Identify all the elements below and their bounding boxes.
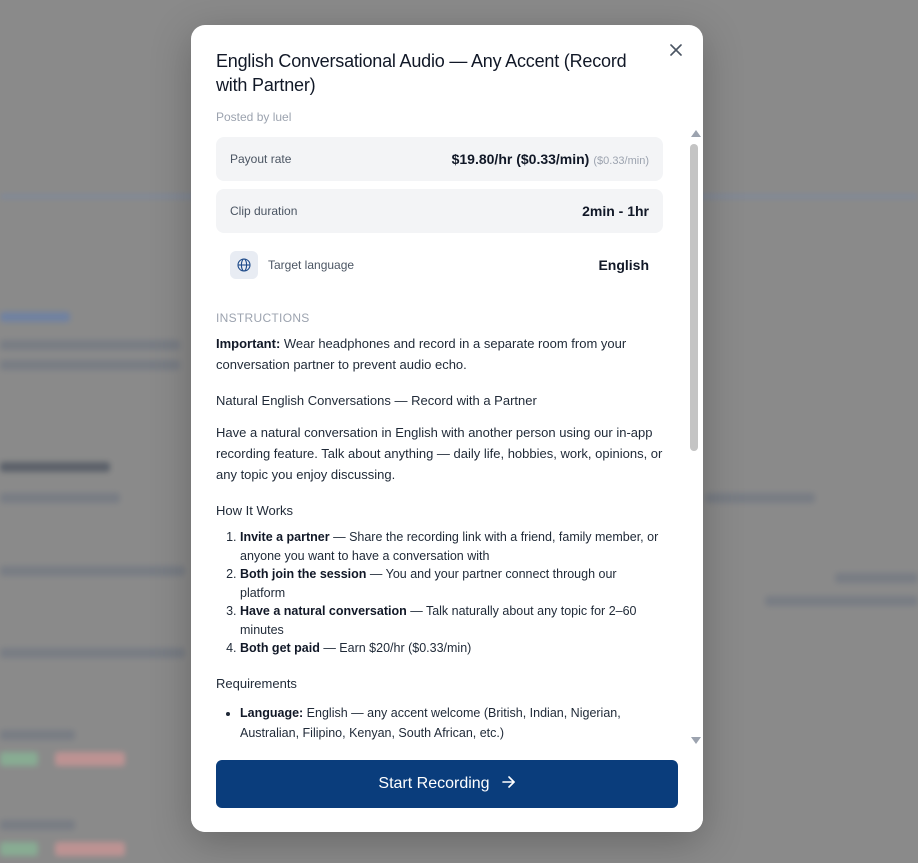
list-item: Have a natural conversation — Talk natur… [240,602,663,639]
how-it-works-heading: How It Works [216,503,294,518]
job-details-modal: English Conversational Audio — Any Accen… [191,25,703,832]
scroll-down-icon[interactable] [691,737,701,744]
clip-duration-row: Clip duration 2min - 1hr [216,189,663,233]
section-heading: Natural English Conversations — Record w… [216,393,537,408]
posted-by: Posted by luel [216,110,292,124]
instructions-heading: INSTRUCTIONS [216,311,310,325]
requirements-heading: Requirements [216,675,297,691]
language-label: Target language [268,258,355,272]
section-description: Have a natural conversation in English w… [216,425,663,482]
payout-sub: ($0.33/min) [593,155,649,167]
modal-scroll-area[interactable]: Payout rate $19.80/hr ($0.33/min) ($0.33/… [191,130,687,747]
language-value: English [598,257,649,273]
arrow-right-icon [501,775,516,793]
start-recording-label: Start Recording [378,775,490,792]
scrollbar[interactable] [687,130,703,747]
list-item: Invite a partner — Share the recording l… [240,528,663,565]
list-item: Language: English — any accent welcome (… [240,703,663,743]
modal-title: English Conversational Audio — Any Accen… [216,51,627,95]
list-item: Both get paid — Earn $20/hr ($0.33/min) [240,639,663,658]
scroll-up-icon[interactable] [691,130,701,137]
payout-label: Payout rate [230,152,292,166]
steps-list: Invite a partner — Share the recording l… [216,528,663,658]
payout-value: $19.80/hr ($0.33/min) ($0.33/min) [451,151,649,167]
start-recording-button[interactable]: Start Recording [216,760,678,808]
payout-rate-row: Payout rate $19.80/hr ($0.33/min) ($0.33/… [216,137,663,181]
target-language-row: Target language English [216,241,663,289]
important-note: Important: Wear headphones and record in… [216,336,627,372]
modal-footer: Start Recording [191,747,703,832]
scrollbar-thumb[interactable] [690,144,698,451]
requirements-list: Language: English — any accent welcome (… [216,703,663,743]
globe-icon [230,251,258,279]
close-icon[interactable] [665,39,687,61]
list-item: Both join the session — You and your par… [240,565,663,602]
duration-value: 2min - 1hr [582,203,649,219]
duration-label: Clip duration [230,204,298,218]
